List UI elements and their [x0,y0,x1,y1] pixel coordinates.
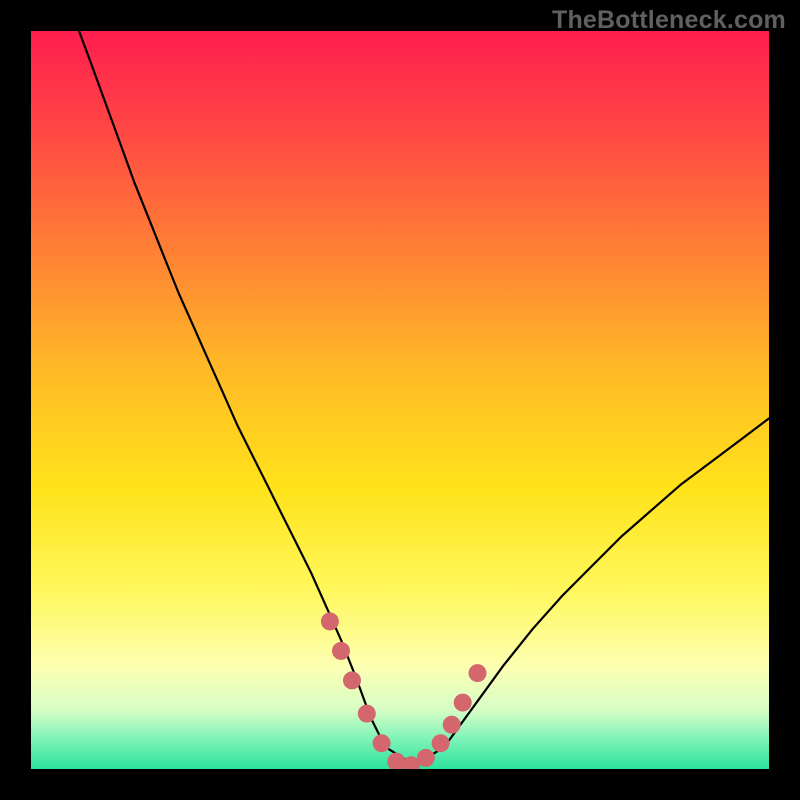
plot-area [31,31,769,769]
bottleneck-curve [79,31,769,765]
highlight-marker [432,734,450,752]
highlight-markers [321,612,487,769]
chart-frame: TheBottleneck.com [0,0,800,800]
highlight-marker [343,671,361,689]
highlight-marker [358,705,376,723]
watermark-text: TheBottleneck.com [552,6,786,35]
highlight-marker [332,642,350,660]
highlight-marker [443,716,461,734]
curve-layer [31,31,769,769]
highlight-marker [373,734,391,752]
highlight-marker [454,694,472,712]
highlight-marker [417,749,435,767]
highlight-marker [321,612,339,630]
highlight-marker [469,664,487,682]
